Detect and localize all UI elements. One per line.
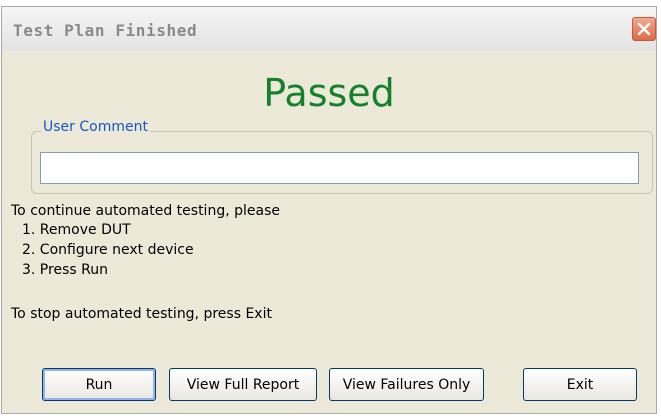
test-plan-finished-dialog: Test Plan Finished Passed User Comment T… <box>1 6 657 414</box>
user-comment-input[interactable] <box>40 152 639 184</box>
view-full-report-button[interactable]: View Full Report <box>169 368 317 401</box>
instruction-step: 1. Remove DUT <box>22 222 131 238</box>
continue-instructions: To continue automated testing, please <box>11 203 280 219</box>
user-comment-label: User Comment <box>41 119 150 135</box>
instruction-step: 3. Press Run <box>22 262 108 278</box>
result-status: Passed <box>263 71 395 115</box>
stop-instructions: To stop automated testing, press Exit <box>11 306 272 322</box>
view-failures-only-button[interactable]: View Failures Only <box>329 368 484 401</box>
close-button[interactable] <box>632 17 656 41</box>
exit-button[interactable]: Exit <box>523 368 637 401</box>
instruction-step: 2. Configure next device <box>22 242 194 258</box>
window-title: Test Plan Finished <box>13 21 198 40</box>
close-icon <box>637 22 651 36</box>
title-bar: Test Plan Finished <box>2 7 656 51</box>
run-button[interactable]: Run <box>42 368 156 401</box>
